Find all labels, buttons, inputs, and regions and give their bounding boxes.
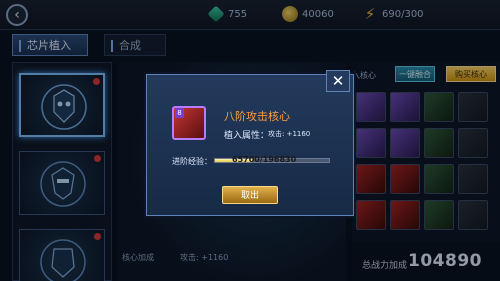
- exp-label: 进阶经验：: [172, 157, 212, 166]
- implant-attr-value: 攻击: +1160: [268, 130, 311, 138]
- implant-attr-label: 植入属性：: [224, 131, 270, 141]
- close-button[interactable]: ✕: [326, 70, 350, 92]
- remove-button[interactable]: 取出: [222, 186, 278, 204]
- close-icon: ✕: [331, 72, 345, 90]
- item-level-badge: 8: [175, 108, 184, 118]
- item-name: 八阶攻击核心: [224, 110, 290, 123]
- attack-core-icon: 8: [172, 106, 206, 140]
- exp-progress-text: 65700/196830: [232, 155, 297, 164]
